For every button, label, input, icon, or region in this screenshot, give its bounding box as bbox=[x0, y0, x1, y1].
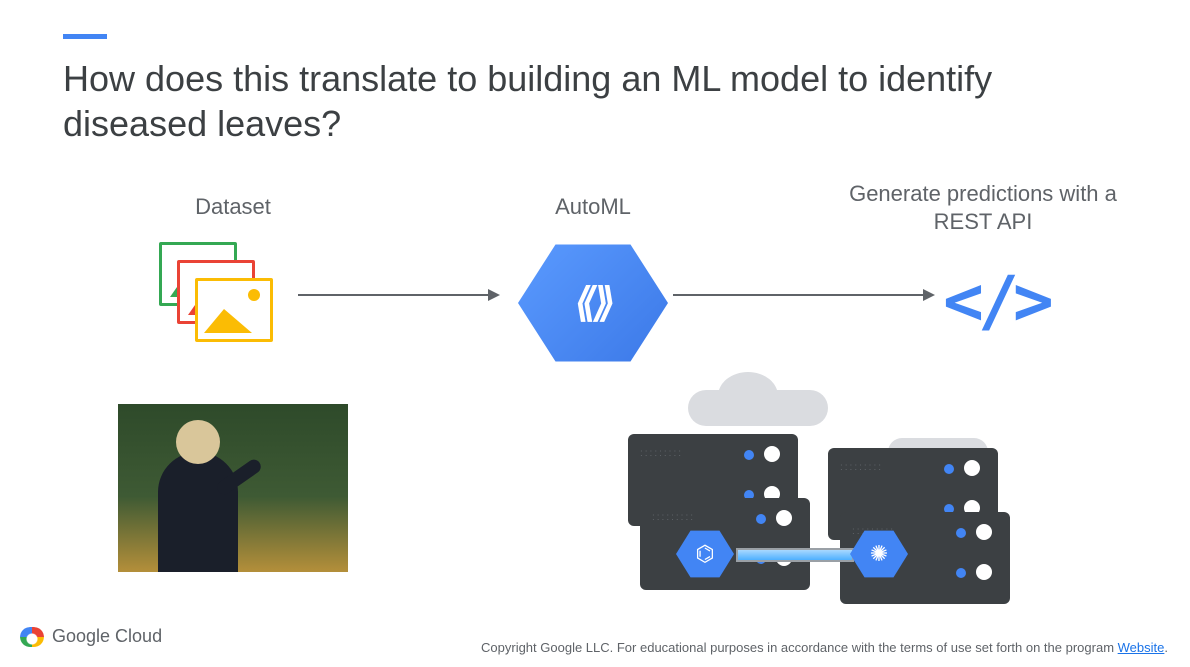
arrow-dataset-to-automl-icon bbox=[298, 294, 498, 296]
cloud-logo-icon bbox=[20, 627, 44, 647]
website-link[interactable]: Website bbox=[1118, 640, 1165, 655]
image-card-yellow-icon bbox=[195, 278, 273, 342]
accent-bar bbox=[63, 34, 107, 39]
slide-title: How does this translate to building an M… bbox=[63, 56, 1063, 146]
google-cloud-logo: Google Cloud bbox=[20, 626, 162, 647]
code-brackets-icon: </> bbox=[943, 262, 1048, 341]
flow-diagram: Dataset AutoML Generate predictions with… bbox=[63, 180, 1123, 400]
arrow-automl-to-api-icon bbox=[673, 294, 933, 296]
cloud-icon bbox=[688, 390, 828, 426]
brand-text: Google Cloud bbox=[52, 626, 162, 647]
dataset-label: Dataset bbox=[143, 194, 323, 220]
servers-illustration: ::::::::: ::::::::: ::::::::: ::::::::: … bbox=[628, 390, 1018, 580]
copyright-suffix: . bbox=[1164, 640, 1168, 655]
copyright-prefix: Copyright Google LLC. For educational pu… bbox=[481, 640, 1118, 655]
data-pipe-icon bbox=[736, 548, 854, 562]
forest-photo-illustration bbox=[118, 404, 348, 572]
api-label: Generate predictions with a REST API bbox=[823, 180, 1143, 235]
copyright-text: Copyright Google LLC. For educational pu… bbox=[481, 640, 1168, 655]
dataset-images-icon bbox=[159, 242, 299, 362]
automl-label: AutoML bbox=[513, 194, 673, 220]
automl-hexagon-icon: ⟪⟫ bbox=[518, 238, 668, 368]
